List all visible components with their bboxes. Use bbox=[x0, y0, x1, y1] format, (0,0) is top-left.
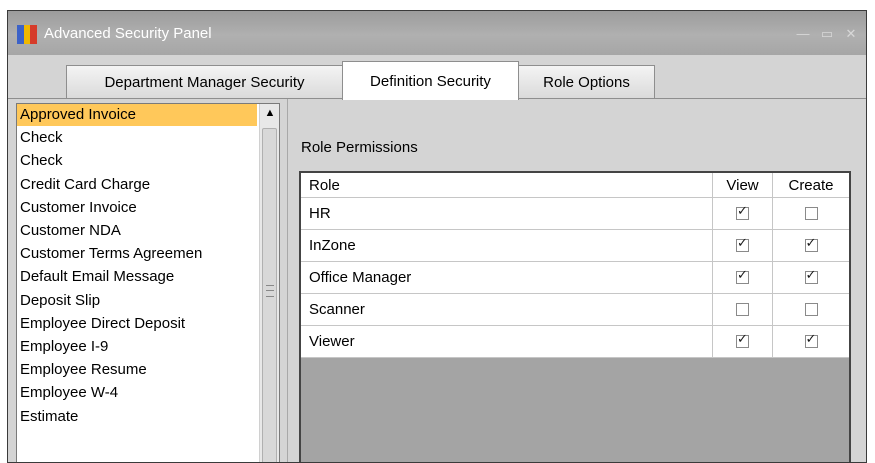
title-bar[interactable]: Advanced Security Panel — ▭ ✕ bbox=[8, 11, 866, 55]
window-controls: — ▭ ✕ bbox=[796, 26, 858, 42]
create-cell bbox=[773, 230, 849, 261]
window-title: Advanced Security Panel bbox=[44, 25, 212, 42]
view-cell bbox=[713, 198, 773, 229]
create-checkbox[interactable] bbox=[804, 268, 818, 284]
role-name: Viewer bbox=[301, 326, 713, 357]
view-cell bbox=[713, 262, 773, 293]
table-row[interactable]: Scanner bbox=[301, 294, 849, 326]
create-checkbox[interactable] bbox=[804, 332, 818, 348]
grid-header: Role View Create bbox=[301, 173, 849, 198]
scroll-up-arrow-icon[interactable]: ▲ bbox=[260, 104, 279, 124]
column-header-role[interactable]: Role bbox=[301, 173, 713, 197]
column-header-create[interactable]: Create bbox=[773, 173, 849, 197]
view-checkbox[interactable] bbox=[736, 303, 749, 316]
tab-department-manager-security[interactable]: Department Manager Security bbox=[66, 65, 343, 98]
view-checkbox[interactable] bbox=[736, 204, 749, 220]
grip-icon bbox=[266, 285, 274, 297]
view-cell bbox=[713, 294, 773, 325]
list-item[interactable]: Employee Direct Deposit bbox=[17, 313, 257, 335]
role-name: InZone bbox=[301, 230, 713, 261]
close-icon[interactable]: ✕ bbox=[844, 26, 858, 42]
create-checkbox[interactable] bbox=[804, 207, 818, 220]
list-item[interactable]: Employee W-4 bbox=[17, 382, 257, 404]
list-item[interactable]: Deposit Slip bbox=[17, 290, 257, 312]
role-name: Scanner bbox=[301, 294, 713, 325]
list-item[interactable]: Customer Terms Agreemen bbox=[17, 243, 257, 265]
permissions-grid: Role View Create HRInZoneOffice ManagerS… bbox=[299, 171, 851, 462]
table-row[interactable]: Viewer bbox=[301, 326, 849, 358]
role-permissions-panel: Role Permissions Role View Create HRInZo… bbox=[287, 99, 866, 462]
list-item[interactable]: Customer Invoice bbox=[17, 197, 257, 219]
table-row[interactable]: Office Manager bbox=[301, 262, 849, 294]
list-item[interactable]: Estimate bbox=[17, 406, 257, 428]
tab-strip: Department Manager Security Definition S… bbox=[8, 55, 866, 100]
minimize-icon[interactable]: — bbox=[796, 26, 810, 42]
create-cell bbox=[773, 262, 849, 293]
tab-content: Approved Invoice Check Check Credit Card Ch… bbox=[8, 98, 866, 462]
create-checkbox[interactable] bbox=[804, 236, 818, 252]
create-cell bbox=[773, 294, 849, 325]
list-item[interactable]: Customer NDA bbox=[17, 220, 257, 242]
tab-definition-security[interactable]: Definition Security bbox=[342, 61, 519, 100]
column-header-view[interactable]: View bbox=[713, 173, 773, 197]
tab-role-options[interactable]: Role Options bbox=[518, 65, 655, 98]
app-icon bbox=[17, 25, 38, 44]
list-item[interactable]: Credit Card Charge bbox=[17, 174, 257, 196]
scroll-thumb[interactable] bbox=[262, 128, 277, 462]
icon-stripe-yellow bbox=[23, 25, 31, 44]
definition-list[interactable]: Approved Invoice Check Check Credit Card Ch… bbox=[16, 103, 280, 462]
icon-stripe-blue bbox=[17, 25, 24, 44]
view-cell bbox=[713, 230, 773, 261]
view-checkbox[interactable] bbox=[736, 236, 749, 252]
role-name: HR bbox=[301, 198, 713, 229]
icon-stripe-red bbox=[30, 25, 38, 44]
create-cell bbox=[773, 326, 849, 357]
advanced-security-window: Advanced Security Panel — ▭ ✕ Department… bbox=[7, 10, 867, 463]
list-item[interactable]: Check bbox=[17, 127, 257, 149]
create-checkbox[interactable] bbox=[804, 303, 818, 316]
view-cell bbox=[713, 326, 773, 357]
list-item[interactable]: Default Email Message bbox=[17, 266, 257, 288]
create-cell bbox=[773, 198, 849, 229]
table-row[interactable]: HR bbox=[301, 198, 849, 230]
list-item[interactable]: Employee Resume bbox=[17, 359, 257, 381]
list-scrollbar[interactable]: ▲ bbox=[259, 104, 279, 462]
maximize-icon[interactable]: ▭ bbox=[820, 26, 834, 42]
list-item[interactable]: Check bbox=[17, 150, 257, 172]
view-checkbox[interactable] bbox=[736, 332, 749, 348]
role-permissions-label: Role Permissions bbox=[301, 139, 418, 156]
list-item[interactable]: Employee I-9 bbox=[17, 336, 257, 358]
table-row[interactable]: InZone bbox=[301, 230, 849, 262]
list-item[interactable]: Approved Invoice bbox=[17, 104, 257, 126]
view-checkbox[interactable] bbox=[736, 268, 749, 284]
role-name: Office Manager bbox=[301, 262, 713, 293]
